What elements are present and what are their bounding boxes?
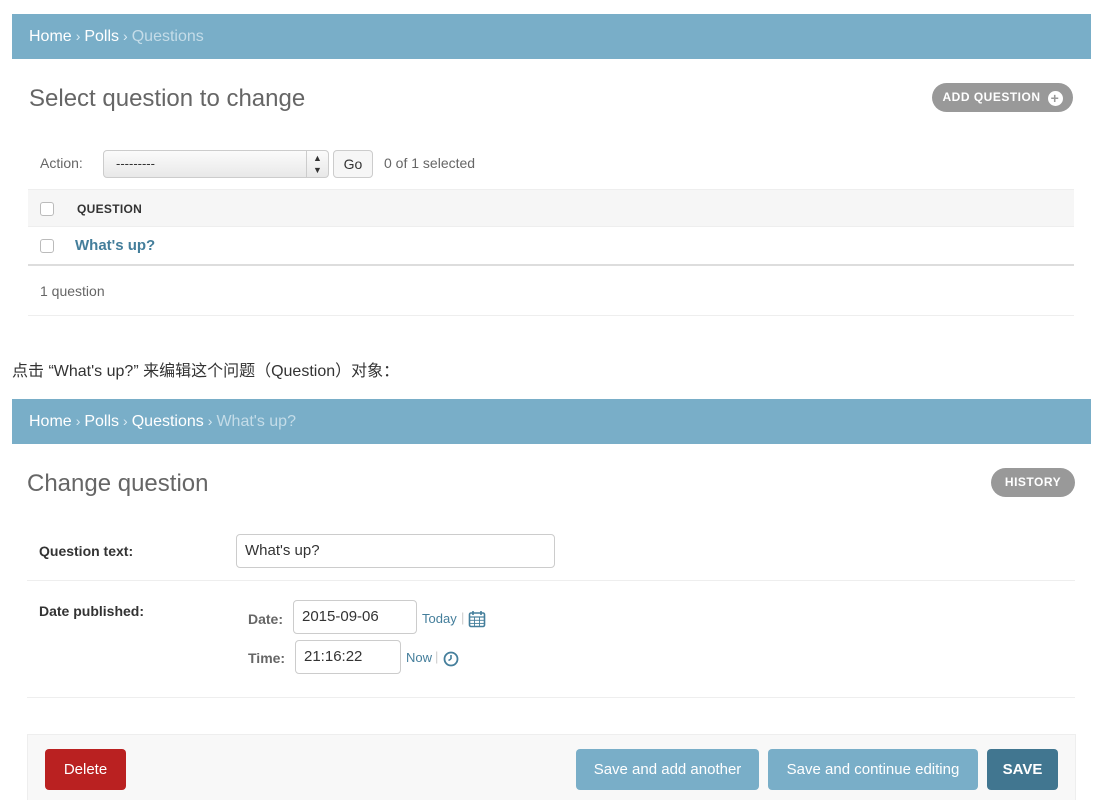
date-published-label: Date published: — [39, 603, 145, 619]
breadcrumb-separator: › — [75, 28, 81, 44]
selection-counter: 0 of 1 selected — [384, 155, 476, 171]
breadcrumb-current: Questions — [131, 28, 204, 45]
breadcrumb-separator: › — [75, 413, 81, 429]
delete-button[interactable]: Delete — [45, 749, 126, 790]
paginator: 1 question — [28, 266, 1074, 316]
breadcrumb-separator: › — [207, 413, 213, 429]
select-arrows-icon: ▲ ▼ — [306, 151, 328, 177]
breadcrumb: Home › Polls › Questions › What's up? — [12, 399, 1091, 444]
column-header-question[interactable]: QUESTION — [77, 202, 142, 216]
add-question-label: ADD QUESTION — [942, 90, 1041, 104]
shortcut-separator: | — [461, 610, 465, 625]
save-button[interactable]: SAVE — [987, 749, 1058, 790]
time-label: Time: — [248, 650, 286, 666]
results-table: QUESTION What's up? 1 question — [28, 189, 1074, 316]
date-published-row: Date published: Date: 2015-09-06 Today |… — [27, 581, 1075, 698]
breadcrumb-polls-link[interactable]: Polls — [84, 413, 119, 430]
row-checkbox[interactable] — [40, 239, 54, 253]
question-text-label: Question text: — [39, 543, 134, 559]
question-text-row: Question text: What's up? — [27, 520, 1075, 581]
today-link[interactable]: Today — [422, 611, 457, 626]
question-link[interactable]: What's up? — [75, 237, 155, 254]
select-all-checkbox[interactable] — [40, 202, 54, 216]
submit-row: Delete Save and add another Save and con… — [27, 734, 1076, 800]
now-link[interactable]: Now — [406, 650, 432, 665]
calendar-icon[interactable] — [468, 610, 486, 628]
breadcrumb-home-link[interactable]: Home — [29, 413, 72, 430]
go-button[interactable]: Go — [333, 150, 373, 178]
breadcrumb-polls-link[interactable]: Polls — [84, 28, 119, 45]
results-header-row: QUESTION — [28, 189, 1074, 227]
breadcrumb-separator: › — [123, 413, 128, 429]
clock-icon[interactable] — [443, 651, 459, 667]
save-and-add-another-button[interactable]: Save and add another — [576, 749, 759, 790]
history-button[interactable]: HISTORY — [991, 468, 1075, 497]
table-row: What's up? — [28, 227, 1074, 266]
breadcrumb-separator: › — [123, 28, 128, 44]
caption-text: 点击 “What's up?” 来编辑这个问题（Question）对象： — [12, 363, 400, 380]
add-question-button[interactable]: ADD QUESTION + — [932, 83, 1073, 112]
action-label: Action: — [40, 155, 83, 171]
breadcrumb-home-link[interactable]: Home — [29, 28, 72, 45]
breadcrumb-current: What's up? — [216, 413, 296, 430]
shortcut-separator: | — [435, 649, 439, 664]
question-text-input[interactable]: What's up? — [236, 534, 555, 568]
save-and-continue-button[interactable]: Save and continue editing — [768, 749, 978, 790]
date-input[interactable]: 2015-09-06 — [293, 600, 417, 634]
action-select-value: --------- — [116, 156, 155, 171]
page-title: Select question to change — [29, 85, 306, 112]
date-label: Date: — [248, 611, 284, 627]
breadcrumb: Home › Polls › Questions — [12, 14, 1091, 59]
result-count: 1 question — [40, 283, 105, 299]
plus-icon: + — [1047, 91, 1063, 106]
action-select[interactable]: --------- ▲ ▼ — [103, 150, 329, 178]
breadcrumb-questions-link[interactable]: Questions — [132, 413, 204, 430]
page-title: Change question — [27, 470, 209, 497]
time-input[interactable]: 21:16:22 — [295, 640, 401, 674]
